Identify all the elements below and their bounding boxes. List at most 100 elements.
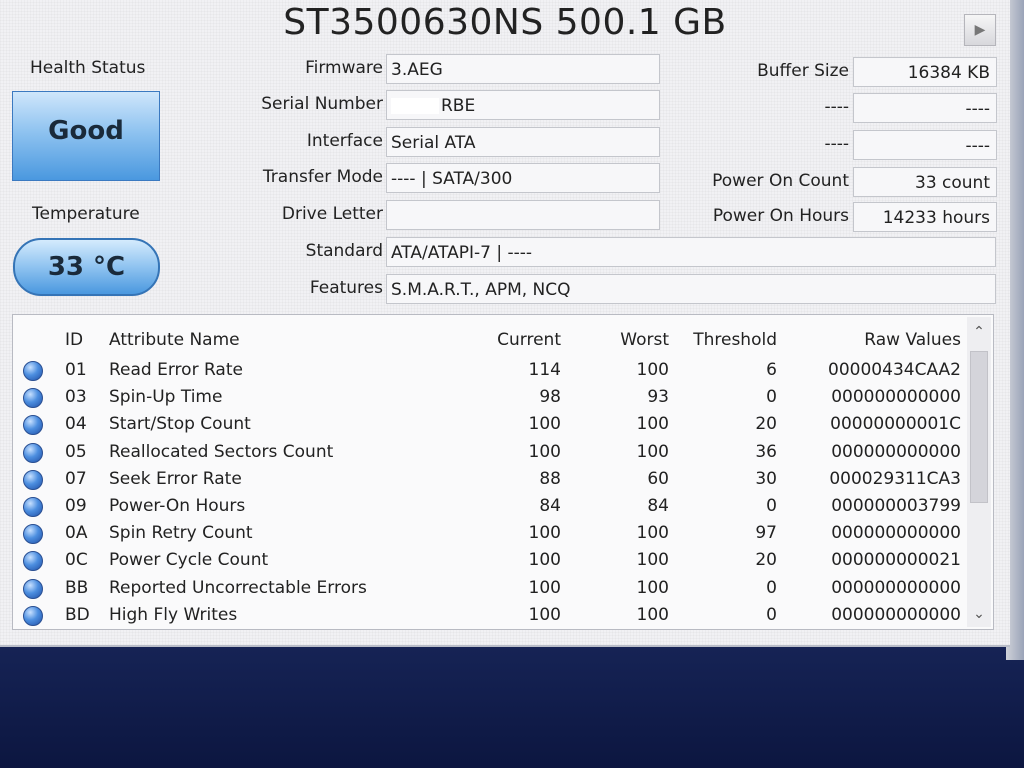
firmware-label: Firmware: [305, 58, 383, 78]
raw-value: 000000003799: [831, 496, 961, 516]
next-drive-button[interactable]: ▶: [964, 14, 996, 46]
worst-value: 100: [636, 360, 669, 380]
standard-field: ATA/ATAPI-7 | ----: [386, 237, 996, 267]
serial-number-value: RBE: [441, 96, 476, 116]
drive-letter-label: Drive Letter: [281, 204, 383, 224]
current-value: 100: [528, 441, 561, 462]
raw-value: 000000000000: [831, 523, 961, 544]
table-row[interactable]: BD High Fly Writes 100 100 0 000000000000: [13, 602, 965, 628]
current-value: 88: [539, 468, 561, 489]
column-header-id[interactable]: ID: [65, 327, 83, 353]
attribute-id: BB: [65, 577, 89, 598]
buffer-size-field: 16384 KB: [853, 57, 997, 87]
attribute-name: Spin-Up Time: [109, 387, 223, 408]
table-row[interactable]: 01 Read Error Rate 114 100 6 00000434CAA2: [13, 357, 965, 383]
threshold-value: 0: [766, 496, 777, 516]
attribute-name: Seek Error Rate: [109, 468, 242, 489]
column-header-threshold[interactable]: Threshold: [693, 327, 777, 353]
interface-label: Interface: [306, 131, 383, 151]
table-row[interactable]: 03 Spin-Up Time 98 93 0 000000000000: [13, 384, 965, 410]
attribute-id: 09: [65, 496, 87, 516]
current-value: 100: [528, 523, 561, 544]
worst-value: 100: [636, 523, 669, 544]
power-on-count-field: 33 count: [853, 167, 997, 197]
worst-value: 84: [647, 496, 669, 516]
table-row[interactable]: 0C Power Cycle Count 100 100 20 000000000021: [13, 547, 965, 573]
raw-value: 000000000000: [831, 441, 961, 462]
status-dot-icon: [23, 605, 43, 626]
raw-value: 000000000000: [831, 577, 961, 598]
serial-number-field: RBE: [386, 90, 660, 120]
attribute-name: Start/Stop Count: [109, 414, 251, 435]
threshold-value: 30: [755, 468, 777, 489]
blank-label-1: ----: [824, 97, 849, 117]
table-scrollbar[interactable]: ⌃ ⌄: [967, 317, 991, 627]
raw-value: 000000000000: [831, 604, 961, 625]
health-status-label: Health Status: [30, 58, 146, 78]
standard-label: Standard: [305, 241, 383, 261]
smart-attributes-table[interactable]: ID Attribute Name Current Worst Threshol…: [12, 314, 994, 630]
health-status-badge[interactable]: Good: [12, 91, 160, 181]
attribute-id: 05: [65, 441, 87, 462]
temperature-badge[interactable]: 33 °C: [13, 238, 160, 296]
drive-letter-field: [386, 200, 660, 230]
attribute-name: Reallocated Sectors Count: [109, 441, 334, 462]
current-value: 100: [528, 550, 561, 571]
scrollbar-thumb[interactable]: [970, 351, 988, 503]
column-header-current[interactable]: Current: [497, 327, 561, 353]
worst-value: 100: [636, 414, 669, 435]
threshold-value: 0: [766, 387, 777, 408]
scroll-down-icon[interactable]: ⌄: [967, 603, 991, 625]
serial-number-label: Serial Number: [261, 94, 383, 114]
column-header-worst[interactable]: Worst: [620, 327, 669, 353]
table-row[interactable]: 09 Power-On Hours 84 84 0 000000003799: [13, 493, 965, 519]
attribute-name: Reported Uncorrectable Errors: [109, 577, 367, 598]
status-dot-icon: [23, 551, 43, 572]
temperature-label: Temperature: [32, 204, 140, 224]
column-header-raw-values[interactable]: Raw Values: [864, 327, 961, 353]
crystaldiskinfo-window: ST3500630NS 500.1 GB ▶ Health Status Goo…: [0, 0, 1010, 647]
attribute-id: 07: [65, 468, 87, 489]
power-on-hours-label: Power On Hours: [712, 206, 849, 226]
status-dot-icon: [23, 497, 43, 517]
attribute-name: High Fly Writes: [109, 604, 238, 625]
current-value: 100: [528, 577, 561, 598]
threshold-value: 6: [766, 360, 777, 380]
scroll-up-icon[interactable]: ⌃: [967, 321, 991, 343]
blank-field-2: ----: [853, 130, 997, 160]
current-value: 114: [528, 360, 561, 380]
worst-value: 100: [636, 604, 669, 625]
table-row[interactable]: BB Reported Uncorrectable Errors 100 100 0 00…: [13, 575, 965, 601]
table-row[interactable]: 04 Start/Stop Count 100 100 20 00000000001C: [13, 411, 965, 437]
power-on-hours-field: 14233 hours: [853, 202, 997, 232]
worst-value: 100: [636, 577, 669, 598]
firmware-field: 3.AEG: [386, 54, 660, 84]
attribute-name: Read Error Rate: [109, 360, 243, 380]
raw-value: 00000000001C: [830, 414, 961, 435]
table-row[interactable]: 07 Seek Error Rate 88 60 30 000029311CA3: [13, 466, 965, 492]
status-dot-icon: [23, 442, 43, 463]
current-value: 98: [539, 387, 561, 408]
attribute-id: 0C: [65, 550, 88, 571]
interface-field: Serial ATA: [386, 127, 660, 157]
status-dot-icon: [23, 578, 43, 599]
status-dot-icon: [23, 469, 43, 490]
raw-value: 000000000000: [831, 387, 961, 408]
column-header-attribute-name[interactable]: Attribute Name: [109, 327, 240, 353]
worst-value: 60: [647, 468, 669, 489]
blank-field-1: ----: [853, 93, 997, 123]
features-field: S.M.A.R.T., APM, NCQ: [386, 274, 996, 304]
buffer-size-label: Buffer Size: [757, 61, 849, 81]
current-value: 100: [528, 414, 561, 435]
raw-value: 000000000021: [831, 550, 961, 571]
attribute-id: 01: [65, 360, 87, 380]
worst-value: 100: [636, 441, 669, 462]
attribute-name: Power Cycle Count: [109, 550, 269, 571]
table-row[interactable]: 0A Spin Retry Count 100 100 97 000000000000: [13, 520, 965, 546]
features-label: Features: [309, 278, 383, 298]
attribute-id: 0A: [65, 523, 88, 544]
status-dot-icon: [23, 361, 43, 381]
raw-value: 000029311CA3: [829, 468, 961, 489]
table-row[interactable]: 05 Reallocated Sectors Count 100 100 36 00000…: [13, 439, 965, 465]
threshold-value: 36: [755, 441, 777, 462]
